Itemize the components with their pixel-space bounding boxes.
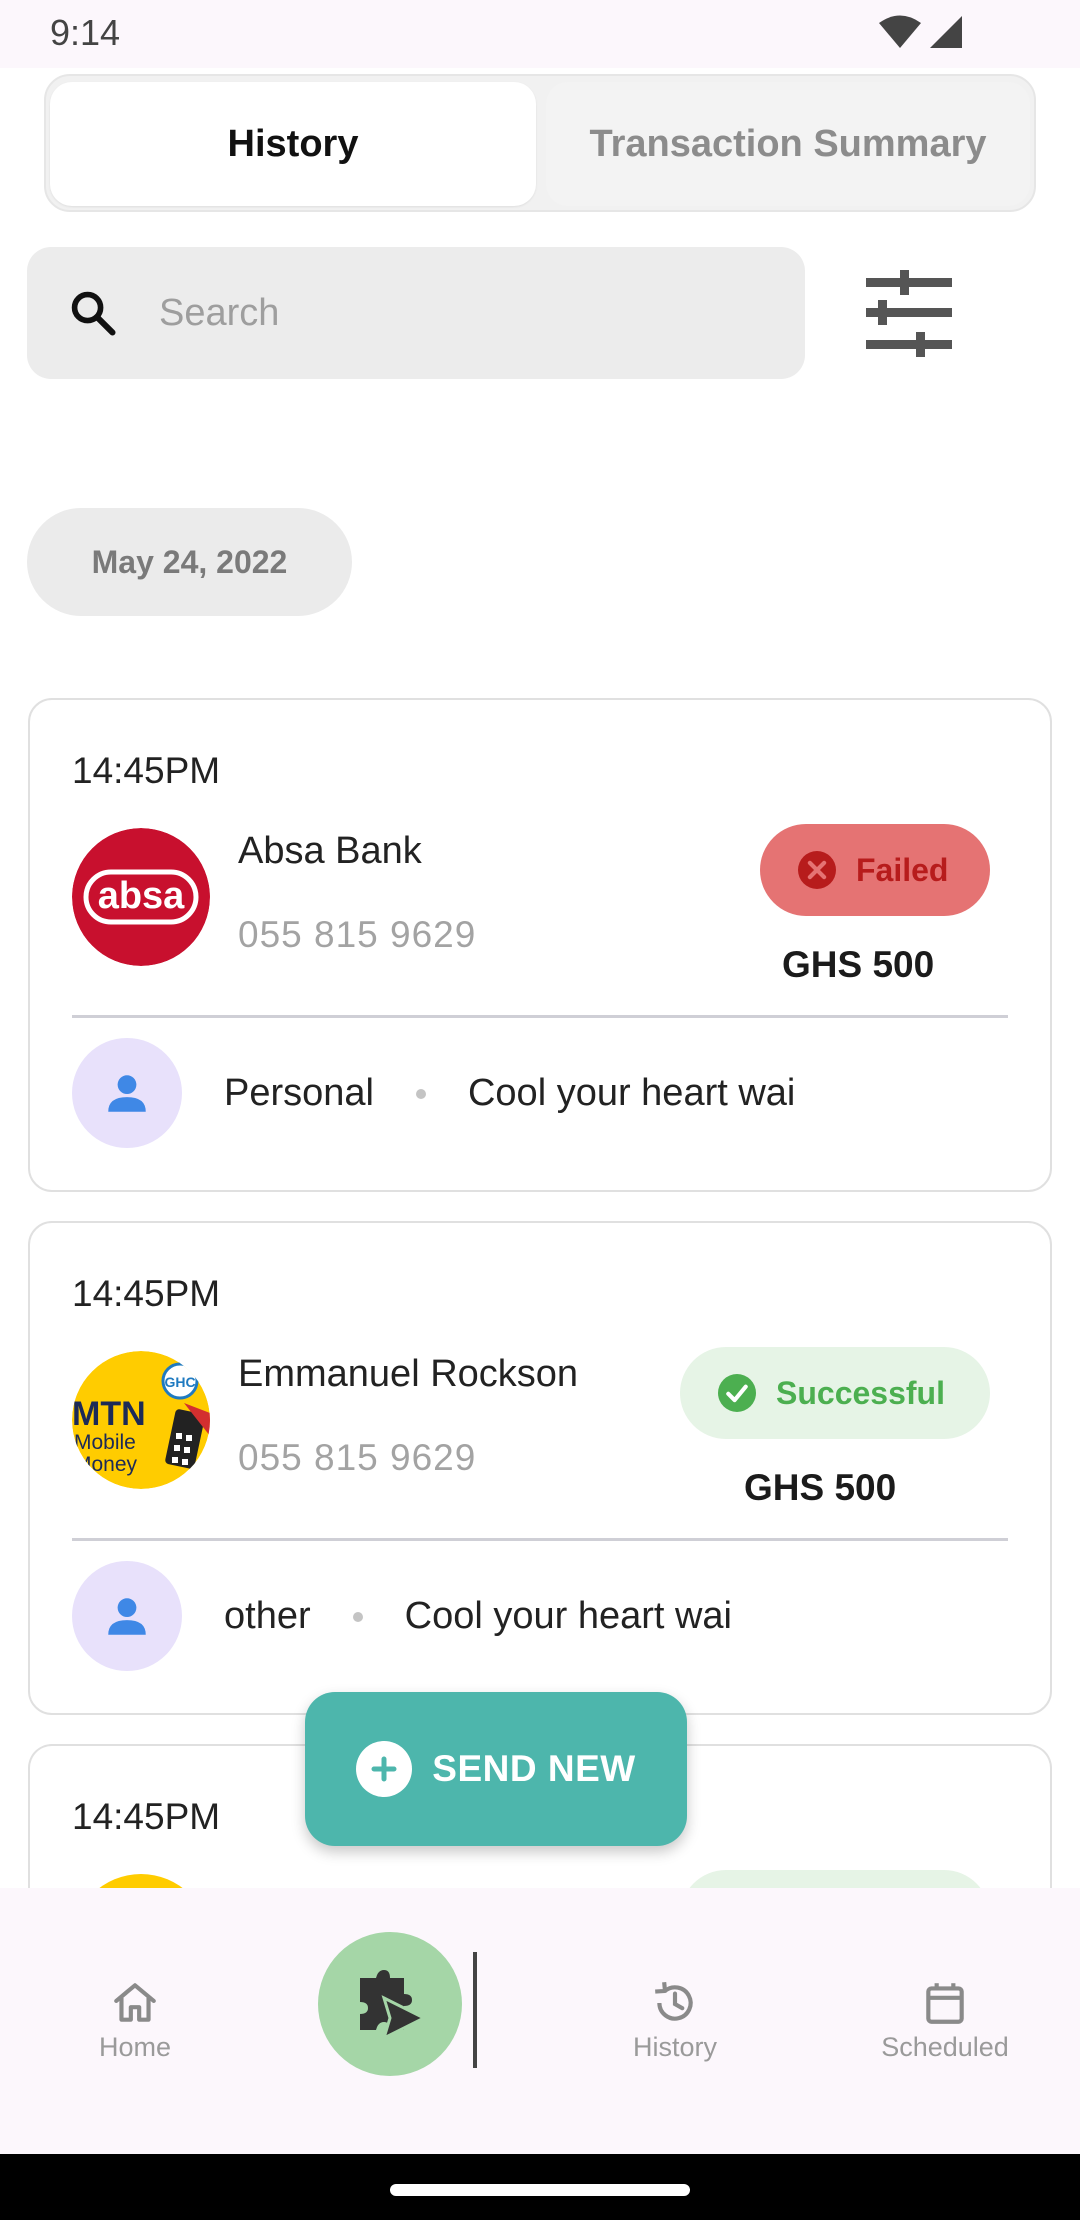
separator-dot xyxy=(352,1611,363,1622)
transaction-meta: Personal Cool your heart wai xyxy=(224,1072,795,1115)
plus-icon xyxy=(356,1741,413,1797)
nav-scheduled[interactable]: Scheduled xyxy=(860,1978,1030,2063)
transaction-meta: other Cool your heart wai xyxy=(224,1595,732,1638)
payee-phone: 055 815 9629 xyxy=(238,1437,477,1478)
send-new-label: SEND NEW xyxy=(432,1748,636,1789)
search-icon xyxy=(71,291,116,336)
home-gesture-handle[interactable] xyxy=(390,2184,690,2196)
status-label: Successful xyxy=(776,1374,945,1411)
status-badge-successful: Successful xyxy=(680,1347,990,1439)
history-icon xyxy=(655,1981,693,2021)
send-new-button[interactable]: SEND NEW xyxy=(305,1692,687,1846)
transaction-time: 14:45PM xyxy=(72,1273,221,1314)
mtn-logo-ghc-text: GHC xyxy=(164,1374,195,1390)
nav-home-label: Home xyxy=(98,2032,172,2062)
avatar xyxy=(72,1038,182,1148)
send-money-icon xyxy=(360,1970,426,2040)
divider xyxy=(72,1015,1008,1018)
date-group-chip: May 24, 2022 xyxy=(27,508,352,616)
divider xyxy=(72,1538,1008,1541)
search-input[interactable] xyxy=(159,277,779,349)
transaction-card[interactable]: 14:45PM absa Absa Bank 055 815 9629 Fail… xyxy=(28,698,1052,1192)
separator-dot xyxy=(415,1088,426,1099)
transaction-category: Personal xyxy=(224,1072,374,1114)
transaction-time: 14:45PM xyxy=(72,750,221,791)
absa-logo: absa xyxy=(72,828,210,966)
transaction-time: 14:45PM xyxy=(72,1796,221,1837)
nav-send-button[interactable] xyxy=(318,1932,462,2076)
status-badge-failed: Failed xyxy=(760,824,990,916)
person-icon xyxy=(108,1598,146,1635)
wifi-icon xyxy=(879,15,921,48)
search-box[interactable] xyxy=(27,247,805,379)
nav-divider xyxy=(473,1952,477,2068)
absa-logo-text: absa xyxy=(98,875,185,917)
status-icons xyxy=(878,14,964,50)
home-icon xyxy=(114,1983,156,2022)
transaction-amount: GHS 500 xyxy=(744,1467,897,1508)
nav-history-label: History xyxy=(632,2032,717,2062)
transaction-amount: GHS 500 xyxy=(782,944,935,985)
avatar xyxy=(72,1561,182,1671)
transaction-note: Cool your heart wai xyxy=(404,1595,733,1637)
person-icon xyxy=(108,1075,146,1112)
transaction-category: other xyxy=(224,1595,311,1637)
check-circle-icon xyxy=(718,1374,756,1412)
tab-bar: History Transaction Summary xyxy=(44,74,1036,212)
mtn-logo-money-text: Money xyxy=(74,1453,138,1476)
nav-history[interactable]: History xyxy=(590,1978,760,2063)
status-label: Failed xyxy=(856,851,949,888)
calendar-icon xyxy=(926,1983,964,2024)
tab-history[interactable]: History xyxy=(50,82,536,206)
status-bar: 9:14 xyxy=(0,0,1080,68)
mtn-mobile-money-logo: MTN Mobile Money GHC xyxy=(72,1351,210,1489)
transaction-card[interactable]: 14:45PM MTN Mobile Money GHC Emmanuel Ro… xyxy=(28,1221,1052,1715)
nav-scheduled-label: Scheduled xyxy=(881,2032,1009,2062)
payee-name: Absa Bank xyxy=(238,830,422,872)
system-navigation-bar xyxy=(0,2154,1080,2220)
transaction-note: Cool your heart wai xyxy=(467,1072,796,1114)
tab-transaction-summary[interactable]: Transaction Summary xyxy=(546,82,1030,206)
payee-phone: 055 815 9629 xyxy=(238,914,477,955)
status-time: 9:14 xyxy=(50,12,121,53)
error-icon xyxy=(798,851,836,889)
filter-icon[interactable] xyxy=(862,270,956,358)
nav-home[interactable]: Home xyxy=(50,1978,220,2063)
payee-name: Emmanuel Rockson xyxy=(238,1353,579,1395)
bottom-navigation: Home History Scheduled xyxy=(0,1888,1080,2154)
mtn-logo-mobile-text: Mobile xyxy=(74,1431,136,1454)
signal-icon xyxy=(930,16,962,48)
mtn-logo-text: MTN xyxy=(72,1395,146,1433)
